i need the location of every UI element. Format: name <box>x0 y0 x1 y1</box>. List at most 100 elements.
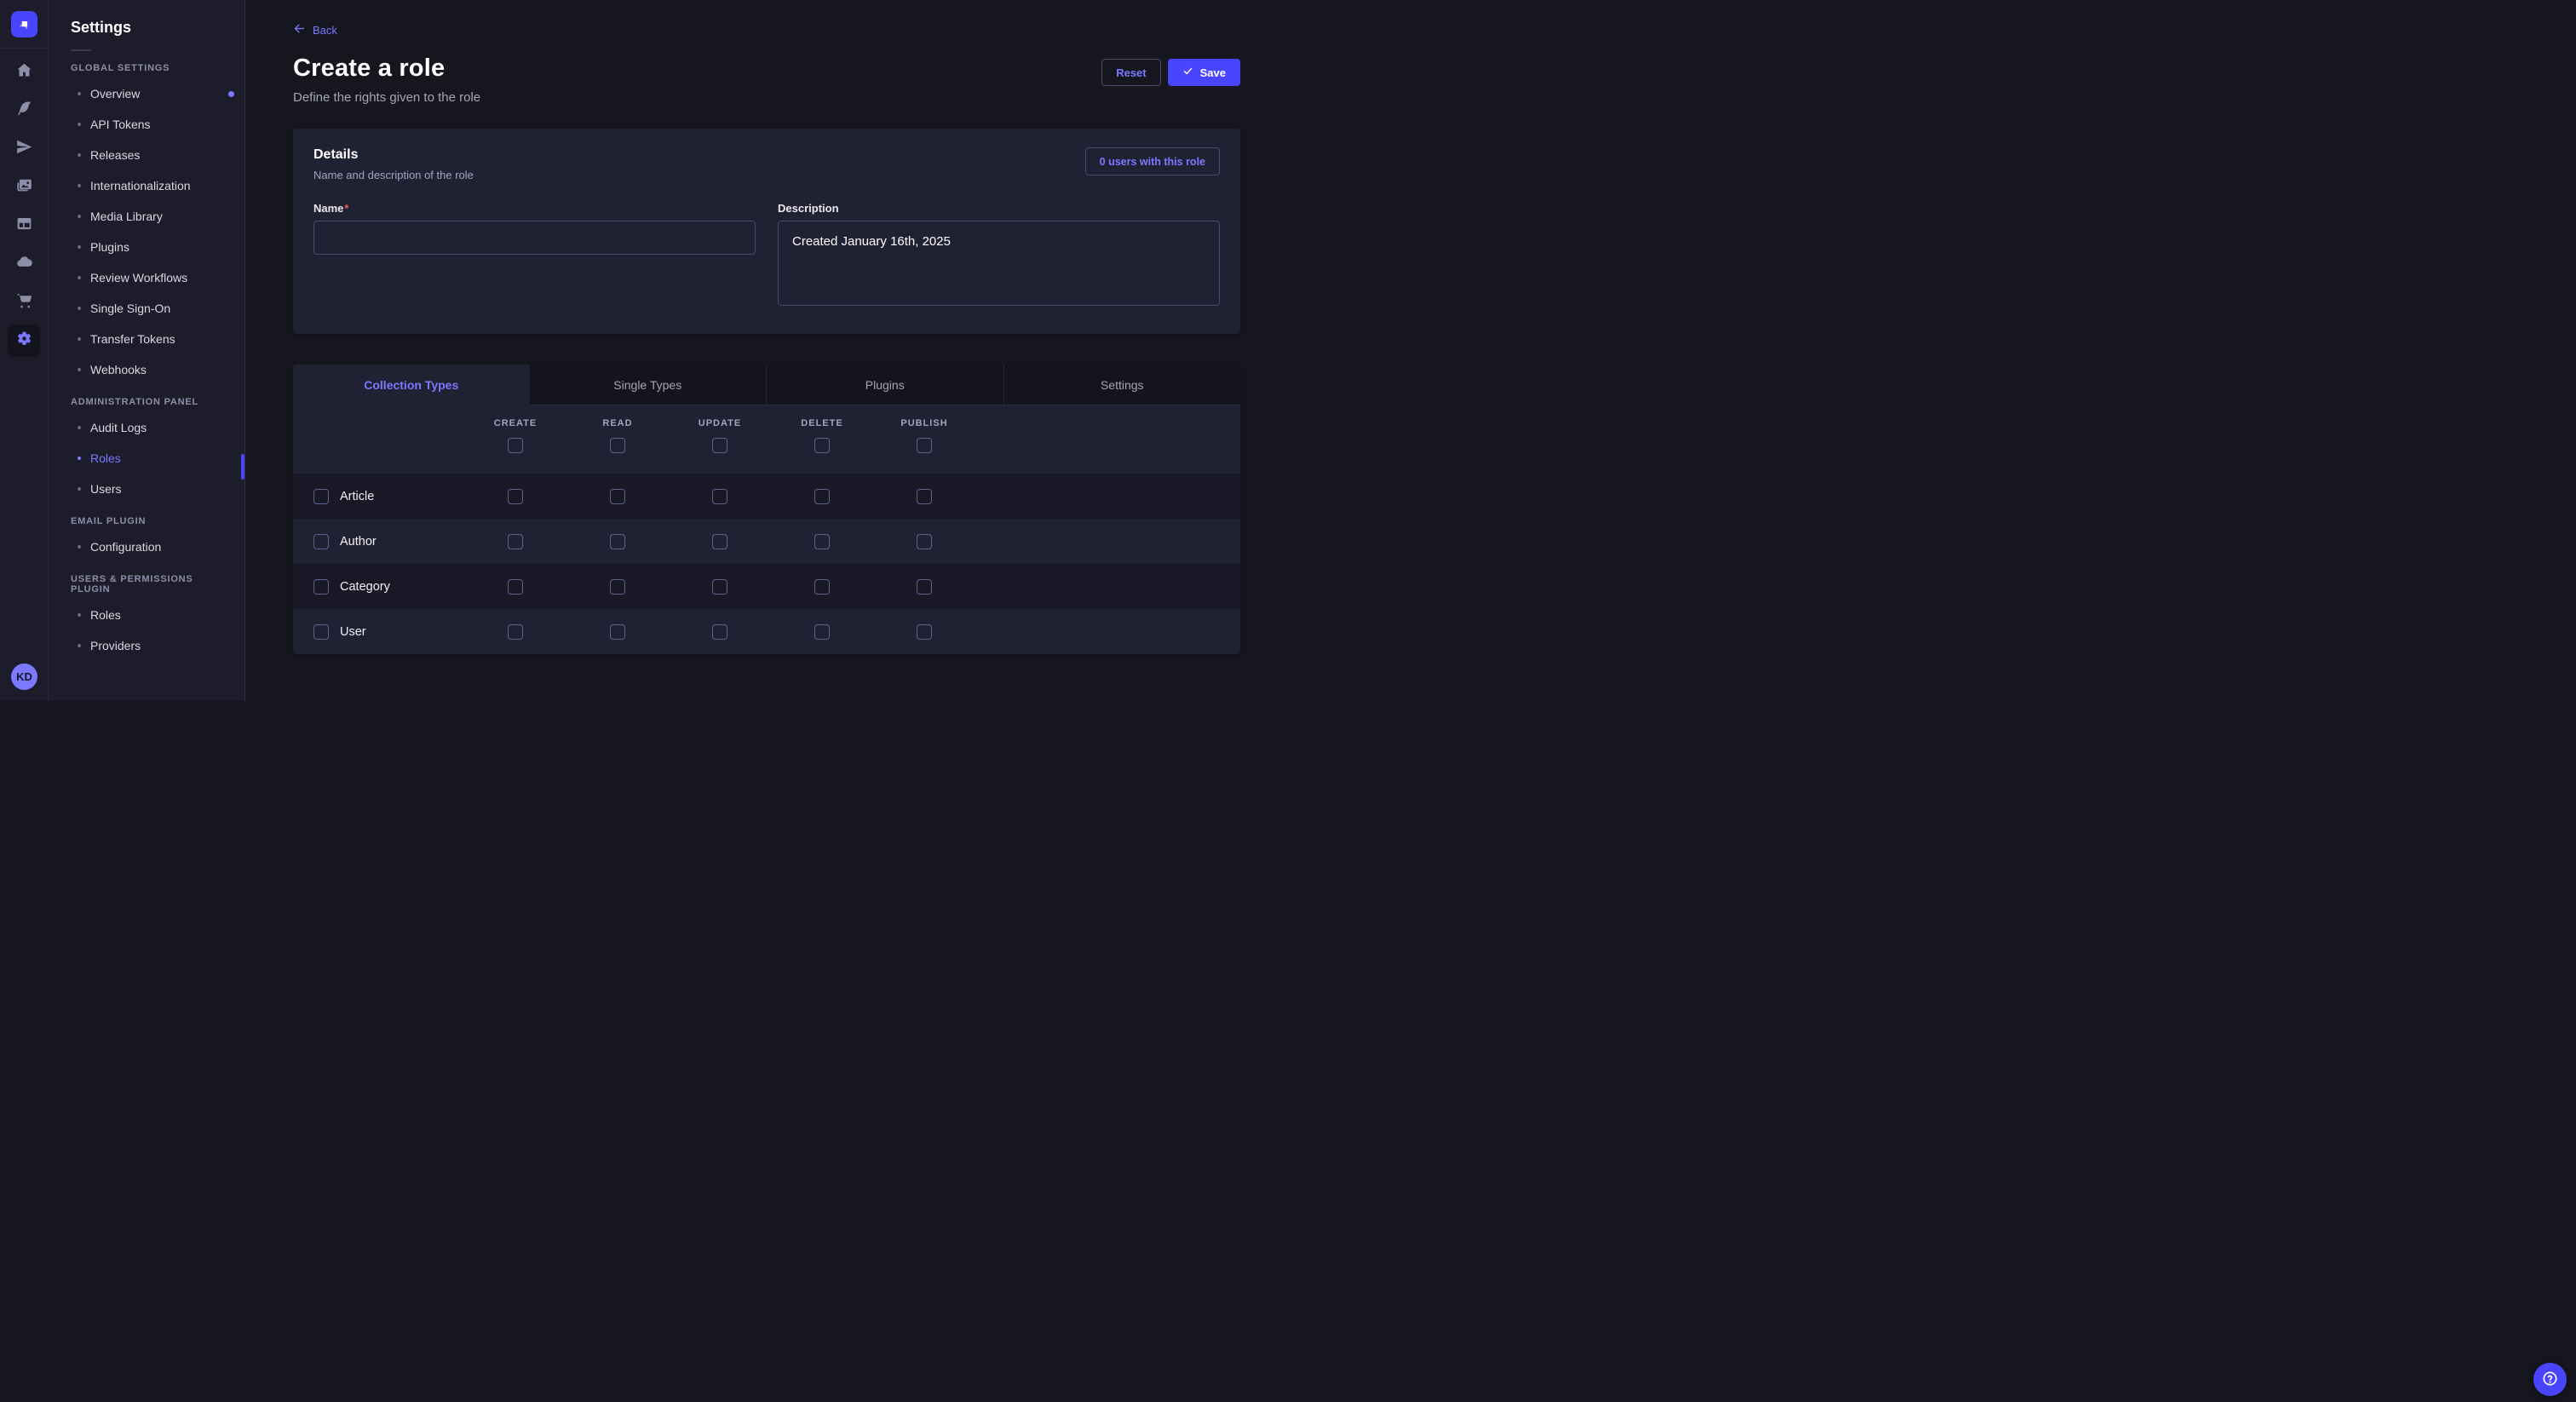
bullet-icon <box>78 426 81 429</box>
back-label: Back <box>313 24 337 37</box>
permission-checkbox[interactable] <box>814 579 830 595</box>
row-select-checkbox[interactable] <box>313 579 329 595</box>
reset-button[interactable]: Reset <box>1101 59 1160 86</box>
permission-checkbox[interactable] <box>610 534 625 549</box>
nav-item-label: Webhooks <box>90 363 147 376</box>
subnav-divider <box>71 49 91 51</box>
nav-section: USERS & PERMISSIONS PLUGIN Roles Provide… <box>49 574 244 661</box>
rail-item-settings-gear[interactable] <box>8 325 40 357</box>
back-link[interactable]: Back <box>293 22 337 37</box>
row-select-checkbox[interactable] <box>313 489 329 504</box>
help-button[interactable] <box>2533 1363 2567 1396</box>
permission-checkbox[interactable] <box>610 489 625 504</box>
sidebar-item-plugins[interactable]: Plugins <box>49 232 244 262</box>
select-all-checkbox[interactable] <box>508 438 523 453</box>
permission-checkbox[interactable] <box>814 489 830 504</box>
sidebar-item-review-workflows[interactable]: Review Workflows <box>49 262 244 293</box>
sidebar-item-single-sign-on[interactable]: Single Sign-On <box>49 293 244 324</box>
permission-column-header: UPDATE <box>669 405 771 474</box>
details-subtitle: Name and description of the role <box>313 169 474 181</box>
sidebar-item-audit-logs[interactable]: Audit Logs <box>49 412 244 443</box>
sidebar-item-providers[interactable]: Providers <box>49 630 244 661</box>
sidebar-item-webhooks[interactable]: Webhooks <box>49 354 244 385</box>
permission-column-label: PUBLISH <box>900 418 947 428</box>
permission-checkbox[interactable] <box>508 624 523 640</box>
description-field[interactable]: Created January 16th, 2025 <box>778 221 1220 306</box>
nav-item-label: Users <box>90 482 122 496</box>
permission-checkbox[interactable] <box>814 624 830 640</box>
rail-item-content-manager[interactable] <box>8 210 40 242</box>
permission-cell <box>669 579 771 595</box>
permission-checkbox[interactable] <box>610 624 625 640</box>
permission-checkbox[interactable] <box>610 579 625 595</box>
permission-column-label: CREATE <box>494 418 537 428</box>
permission-checkbox[interactable] <box>712 579 727 595</box>
users-with-role-button[interactable]: 0 users with this role <box>1085 147 1220 175</box>
rail-item-feather[interactable] <box>8 95 40 127</box>
select-all-checkbox[interactable] <box>814 438 830 453</box>
sidebar-item-users[interactable]: Users <box>49 474 244 504</box>
permission-checkbox[interactable] <box>508 489 523 504</box>
sidebar-item-roles[interactable]: Roles <box>49 443 244 474</box>
bullet-icon <box>78 276 81 279</box>
icon-rail: KD <box>0 0 49 701</box>
permission-column-header: DELETE <box>771 405 873 474</box>
rail-item-paper-plane[interactable] <box>8 133 40 165</box>
row-select-checkbox[interactable] <box>313 624 329 640</box>
permission-checkbox[interactable] <box>712 534 727 549</box>
permission-checkbox[interactable] <box>508 579 523 595</box>
strapi-logo-icon[interactable] <box>11 11 37 37</box>
notification-dot <box>228 91 234 97</box>
name-field[interactable] <box>313 221 756 255</box>
scrollbar-thumb[interactable] <box>241 454 244 480</box>
nav-item-label: Plugins <box>90 240 129 254</box>
permission-checkbox[interactable] <box>712 624 727 640</box>
sidebar-item-api-tokens[interactable]: API Tokens <box>49 109 244 140</box>
permission-checkbox[interactable] <box>917 624 932 640</box>
sidebar-item-overview[interactable]: Overview <box>49 78 244 109</box>
permissions-panel: CREATE READ UPDATE DELETE PUBLISH Articl… <box>293 405 1240 654</box>
save-button[interactable]: Save <box>1168 59 1240 86</box>
permission-checkbox[interactable] <box>712 489 727 504</box>
question-icon <box>2541 1370 2559 1390</box>
rail-item-home[interactable] <box>8 56 40 89</box>
permission-checkbox[interactable] <box>508 534 523 549</box>
nav-section-label: GLOBAL SETTINGS <box>71 63 222 73</box>
required-asterisk: * <box>344 202 348 215</box>
permission-column-label: UPDATE <box>699 418 741 428</box>
sidebar-item-transfer-tokens[interactable]: Transfer Tokens <box>49 324 244 354</box>
tab-collection-types[interactable]: Collection Types <box>293 365 530 405</box>
check-icon <box>1182 66 1193 79</box>
header-name-spacer <box>313 405 464 474</box>
nav-item-label: Roles <box>90 451 121 465</box>
tab-single-types[interactable]: Single Types <box>530 365 767 405</box>
sidebar-item-internationalization[interactable]: Internationalization <box>49 170 244 201</box>
permission-checkbox[interactable] <box>814 534 830 549</box>
rail-item-cloud[interactable] <box>8 248 40 280</box>
nav-item-label: Media Library <box>90 210 163 223</box>
rail-item-cart[interactable] <box>8 286 40 319</box>
sidebar-item-configuration[interactable]: Configuration <box>49 531 244 562</box>
tab-settings[interactable]: Settings <box>1003 365 1241 405</box>
bullet-icon <box>78 153 81 157</box>
permissions-section: Collection TypesSingle TypesPluginsSetti… <box>293 365 1240 654</box>
tab-plugins[interactable]: Plugins <box>766 365 1003 405</box>
paper-plane-icon <box>15 138 33 160</box>
select-all-checkbox[interactable] <box>610 438 625 453</box>
settings-subnav: Settings GLOBAL SETTINGS Overview API To… <box>49 0 245 701</box>
sidebar-item-releases[interactable]: Releases <box>49 140 244 170</box>
sidebar-item-roles[interactable]: Roles <box>49 600 244 630</box>
bullet-icon <box>78 92 81 95</box>
sidebar-item-media-library[interactable]: Media Library <box>49 201 244 232</box>
permission-checkbox[interactable] <box>917 489 932 504</box>
select-all-checkbox[interactable] <box>917 438 932 453</box>
cloud-icon <box>15 253 33 275</box>
row-select-checkbox[interactable] <box>313 534 329 549</box>
permission-checkbox[interactable] <box>917 534 932 549</box>
permission-checkbox[interactable] <box>917 579 932 595</box>
bullet-icon <box>78 644 81 647</box>
rail-item-media-library[interactable] <box>8 171 40 204</box>
select-all-checkbox[interactable] <box>712 438 727 453</box>
avatar[interactable]: KD <box>11 664 37 690</box>
rail-divider <box>0 48 49 49</box>
